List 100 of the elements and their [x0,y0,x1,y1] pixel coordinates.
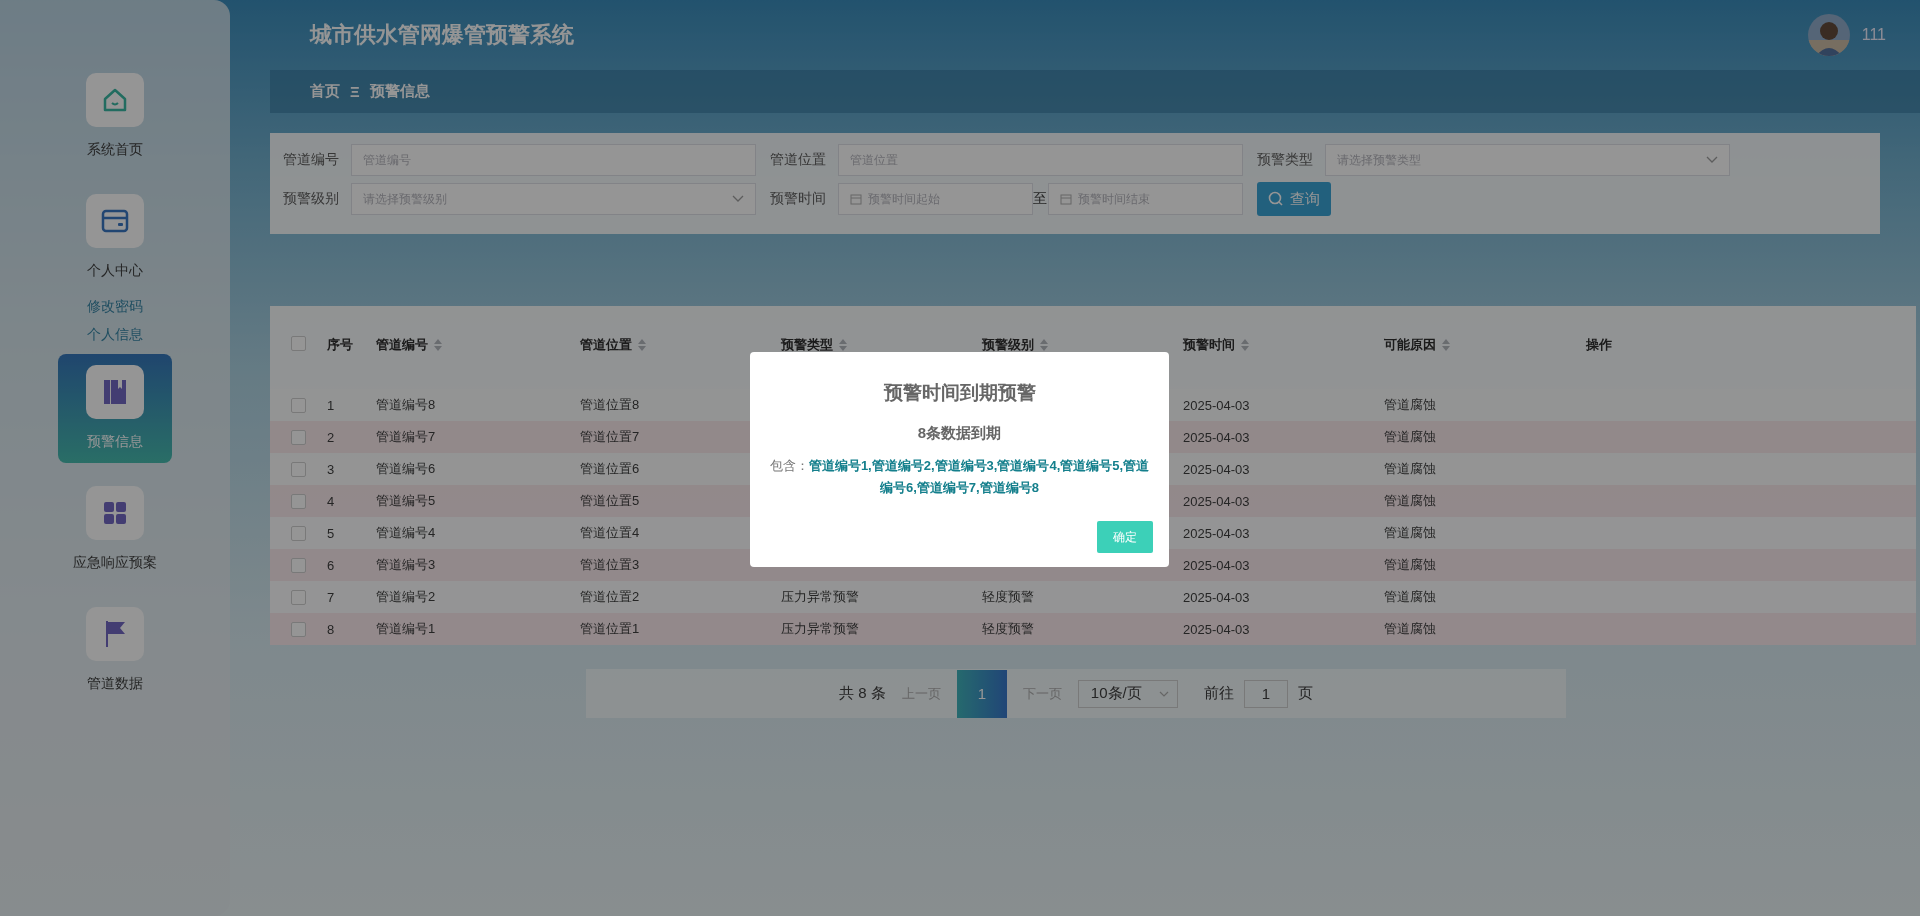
table-cell: 管道腐蚀 [1384,429,1436,444]
table-cell: 管道编号8 [376,397,436,412]
table-cell: 管道位置2 [580,589,640,604]
filter-label: 预警级别 [283,190,340,208]
checkbox[interactable] [291,589,306,605]
table-cell: 管道位置8 [580,397,640,412]
page-suffix: 页 [1297,684,1313,703]
table-cell: 管道位置7 [580,429,640,444]
home-icon [101,86,129,114]
table-cell: 2025-04-03 [1183,589,1250,605]
sidebar-item[interactable]: 应急响应预案 [58,475,172,584]
table-cell: 5 [327,525,335,541]
checkbox[interactable] [291,525,306,541]
table-cell: 2025-04-03 [1183,397,1250,413]
table-cell: 管道位置3 [580,557,640,572]
sort-icon [434,339,442,351]
search-button[interactable]: 查询 [1257,182,1331,216]
pipe-list: 管道编号1,管道编号2,管道编号3,管道编号4,管道编号5,管道编号6,管道编号7,管道编号8 [808,458,1150,495]
table-cell: 6 [327,557,335,573]
breadcrumb-separator: Ξ [350,83,360,100]
sort-icon [638,339,646,351]
calendar-icon [850,193,862,205]
table-cell: 管道腐蚀 [1384,461,1436,476]
filter-label: 预警时间 [770,190,827,208]
column-header[interactable]: 预警时间 [1183,336,1249,354]
sort-icon [1442,339,1450,351]
table-cell: 压力异常预警 [781,589,859,604]
book-icon [103,379,127,405]
table-cell: 压力异常预警 [781,621,859,636]
table-cell: 管道位置1 [580,621,640,636]
table-cell: 管道位置5 [580,493,640,508]
table-cell: 管道编号6 [376,461,436,476]
table-cell: 2025-04-03 [1183,429,1250,445]
grid-icon [103,501,127,525]
submenu-link[interactable]: 修改密码 [87,298,143,316]
column-header[interactable]: 管道位置 [580,336,646,354]
sidebar-item[interactable]: 管道数据 [58,596,172,705]
filter-label: 预警类型 [1257,151,1314,169]
breadcrumb-link[interactable]: 首页 [310,82,340,101]
checkbox[interactable] [291,621,306,637]
sidebar-item[interactable]: 个人中心 [58,183,172,292]
chevron-down-icon [1158,690,1169,697]
search-icon [1268,191,1284,207]
breadcrumb-current: 预警信息 [369,82,430,101]
table-cell: 管道编号3 [376,557,436,572]
table-cell: 8 [327,621,335,637]
table-cell: 轻度预警 [982,589,1034,604]
table-cell: 2025-04-03 [1183,621,1250,637]
table-cell: 2025-04-03 [1183,557,1250,573]
checkbox[interactable] [291,493,306,509]
column-header[interactable]: 管道编号 [376,336,442,354]
table-cell: 4 [327,493,335,509]
sidebar-item[interactable]: 系统首页 [58,62,172,171]
table-cell: 2025-04-03 [1183,461,1250,477]
dialog-subtitle: 8条数据到期 [917,424,1002,443]
sort-icon [1040,339,1048,351]
table-cell: 管道腐蚀 [1384,621,1436,636]
page-button[interactable]: 1 [956,669,1007,718]
checkbox[interactable] [291,397,306,413]
user-name[interactable]: 111 [1861,26,1886,44]
page-input[interactable]: 1 [1243,679,1288,708]
table-cell: 管道腐蚀 [1384,525,1436,540]
table-cell: 管道腐蚀 [1384,493,1436,508]
table-cell: 管道编号1 [376,621,436,636]
card-icon [101,209,129,233]
sort-icon [1241,339,1249,351]
column-header[interactable]: 可能原因 [1384,336,1450,354]
column-header[interactable]: 预警类型 [781,336,847,354]
table-cell: 管道编号7 [376,429,436,444]
app-title: 城市供水管网爆管预警系统 [310,21,574,49]
filter-label: 管道位置 [770,151,827,169]
page-size-select[interactable]: 10条/页 [1077,679,1178,708]
table-cell: 管道位置4 [580,525,640,540]
flag-icon [104,620,126,648]
checkbox[interactable] [291,429,306,445]
checkbox[interactable] [291,336,306,351]
table-cell: 3 [327,461,335,477]
submenu-link[interactable]: 个人信息 [87,326,143,344]
table-cell: 2 [327,429,335,445]
table-cell: 管道编号2 [376,589,436,604]
checkbox[interactable] [291,461,306,477]
table-cell: 2025-04-03 [1183,493,1250,509]
dialog-title: 预警时间到期预警 [883,381,1036,405]
total-count: 共 8 条 [839,684,886,703]
table-cell: 2025-04-03 [1183,525,1250,541]
table-cell: 管道腐蚀 [1384,557,1436,572]
table-cell: 轻度预警 [982,621,1034,636]
table-cell: 管道腐蚀 [1384,589,1436,604]
checkbox[interactable] [291,557,306,573]
table-cell: 管道编号4 [376,525,436,540]
column-header[interactable]: 预警级别 [982,336,1048,354]
table-cell: 7 [327,589,335,605]
table-cell: 管道编号5 [376,493,436,508]
table-cell: 1 [327,397,335,413]
calendar-icon [1060,193,1072,205]
table-cell: 管道位置6 [580,461,640,476]
column-header: 操作 [1586,336,1612,354]
table-cell: 管道腐蚀 [1384,397,1436,412]
confirm-button[interactable]: 确定 [1097,521,1153,553]
sidebar-item[interactable]: 预警信息 [58,354,172,463]
